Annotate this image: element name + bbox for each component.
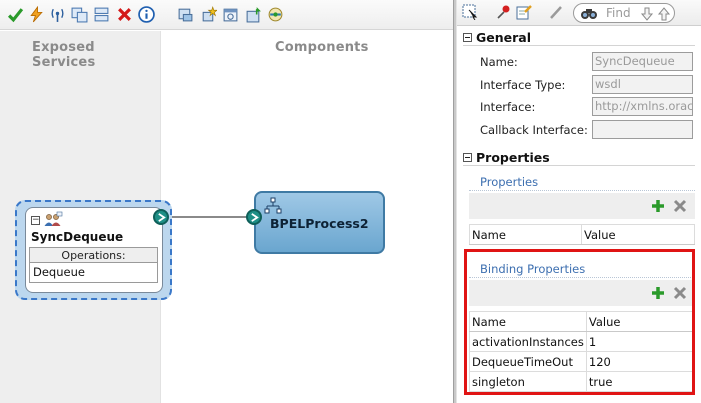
binoculars-icon (580, 6, 598, 20)
paste-icon[interactable] (92, 5, 111, 24)
highlight-annotation (464, 249, 695, 395)
jdeveloper-window: Exposed Services Components − SyncDequeu… (0, 0, 701, 403)
find-previous-icon[interactable] (657, 7, 671, 21)
collapse-toggle[interactable]: − (31, 216, 40, 225)
interface-type-label: Interface Type: (480, 78, 566, 92)
divider (463, 165, 695, 166)
properties-table-toolbar (469, 193, 695, 219)
pin-icon[interactable] (495, 3, 513, 21)
exposed-services-title: Exposed Services (32, 40, 96, 70)
database-icon[interactable] (176, 5, 195, 24)
general-title: General (476, 30, 531, 45)
components-title: Components (275, 40, 369, 55)
bpel-process-icon (264, 197, 282, 215)
name-field[interactable]: SyncDequeue (592, 52, 693, 71)
table-header-row: Name Value (469, 224, 695, 245)
pencil-icon[interactable] (547, 3, 565, 21)
interface-type-field[interactable]: wsdl (592, 75, 693, 94)
inspector-toolbar: Find (457, 0, 701, 26)
service-port-icon[interactable] (153, 209, 169, 225)
collapse-icon[interactable] (463, 153, 472, 162)
service-name: SyncDequeue (31, 230, 124, 244)
column-header-name[interactable]: Name (469, 224, 582, 245)
editor-toolbar (0, 0, 453, 30)
collapse-icon[interactable] (463, 33, 472, 42)
add-property-icon[interactable] (651, 199, 665, 213)
check-icon[interactable] (6, 5, 25, 24)
properties-section-header[interactable]: Properties (463, 150, 550, 165)
select-icon[interactable] (461, 3, 479, 21)
operation-item[interactable]: Dequeue (33, 265, 85, 279)
properties-title: Properties (476, 150, 550, 165)
delete-property-icon[interactable] (673, 199, 687, 213)
deploy-icon[interactable] (244, 5, 263, 24)
delete-icon[interactable] (115, 5, 134, 24)
wire-connection[interactable] (170, 216, 249, 218)
callback-interface-field[interactable] (592, 120, 693, 139)
properties-table: Name Value (469, 224, 695, 245)
info-icon[interactable] (137, 5, 156, 24)
interface-label: Interface: (480, 100, 536, 114)
copy-icon[interactable] (70, 5, 89, 24)
divider (469, 190, 695, 191)
find-input[interactable]: Find (573, 3, 675, 23)
component-port-icon[interactable] (246, 209, 262, 225)
callback-interface-label: Callback Interface: (480, 123, 588, 137)
lightning-icon[interactable] (27, 5, 46, 24)
column-header-value[interactable]: Value (581, 224, 695, 245)
wizard-icon[interactable] (199, 5, 218, 24)
general-section-header[interactable]: General (463, 30, 531, 45)
find-placeholder: Find (606, 6, 631, 20)
interface-field[interactable]: http://xmlns.orac (592, 97, 693, 116)
find-next-icon[interactable] (640, 7, 654, 21)
properties-subtitle: Properties (480, 175, 539, 189)
component-name: BPELProcess2 (270, 216, 369, 231)
test-icon[interactable] (266, 5, 285, 24)
calendar-icon[interactable] (221, 5, 240, 24)
edit-icon[interactable] (515, 3, 533, 21)
composite-editor: Exposed Services Components − SyncDequeu… (0, 0, 453, 403)
operations-header: Operations: (30, 248, 157, 263)
service-people-icon (43, 211, 63, 229)
name-label: Name: (480, 55, 518, 69)
operations-box: Operations: Dequeue (29, 247, 158, 283)
divider (463, 45, 695, 46)
antenna-icon[interactable] (48, 5, 67, 24)
